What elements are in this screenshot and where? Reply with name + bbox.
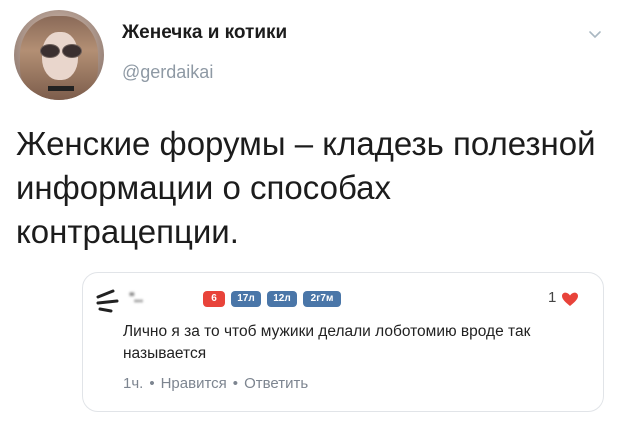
heart-icon[interactable] [561,291,579,307]
avatar[interactable] [14,10,104,100]
badge-count: 6 [203,291,225,307]
author-handle[interactable]: @gerdaikai [122,62,213,83]
like-link[interactable]: Нравится [161,375,227,392]
tweet-text: Женские форумы – кладезь полезной информ… [16,125,596,250]
author-name[interactable]: Женечка и котики [122,22,287,44]
commenter-name[interactable]: ʹʹ... [129,289,143,305]
tweet: Женечка и котики @gerdaikai Женские фору… [0,0,620,429]
comment-meta: 1ч. • Нравится • Ответить [123,375,309,392]
reply-link[interactable]: Ответить [244,375,308,392]
chevron-down-icon[interactable] [588,28,602,42]
badge-age-1: 17л [231,291,261,307]
badge-age-2: 12л [267,291,297,307]
comment-text: Лично я за то чтоб мужики делали лоботом… [123,323,531,362]
commenter-avatar-icon[interactable] [95,287,123,315]
likes-count: 1 [548,289,557,306]
comment-card: ʹʹ... 6 17л 12л 2г7м 1 Лично я за то что… [82,272,604,412]
badge-age-3: 2г7м [303,291,341,307]
comment-time: 1ч. [123,375,144,392]
